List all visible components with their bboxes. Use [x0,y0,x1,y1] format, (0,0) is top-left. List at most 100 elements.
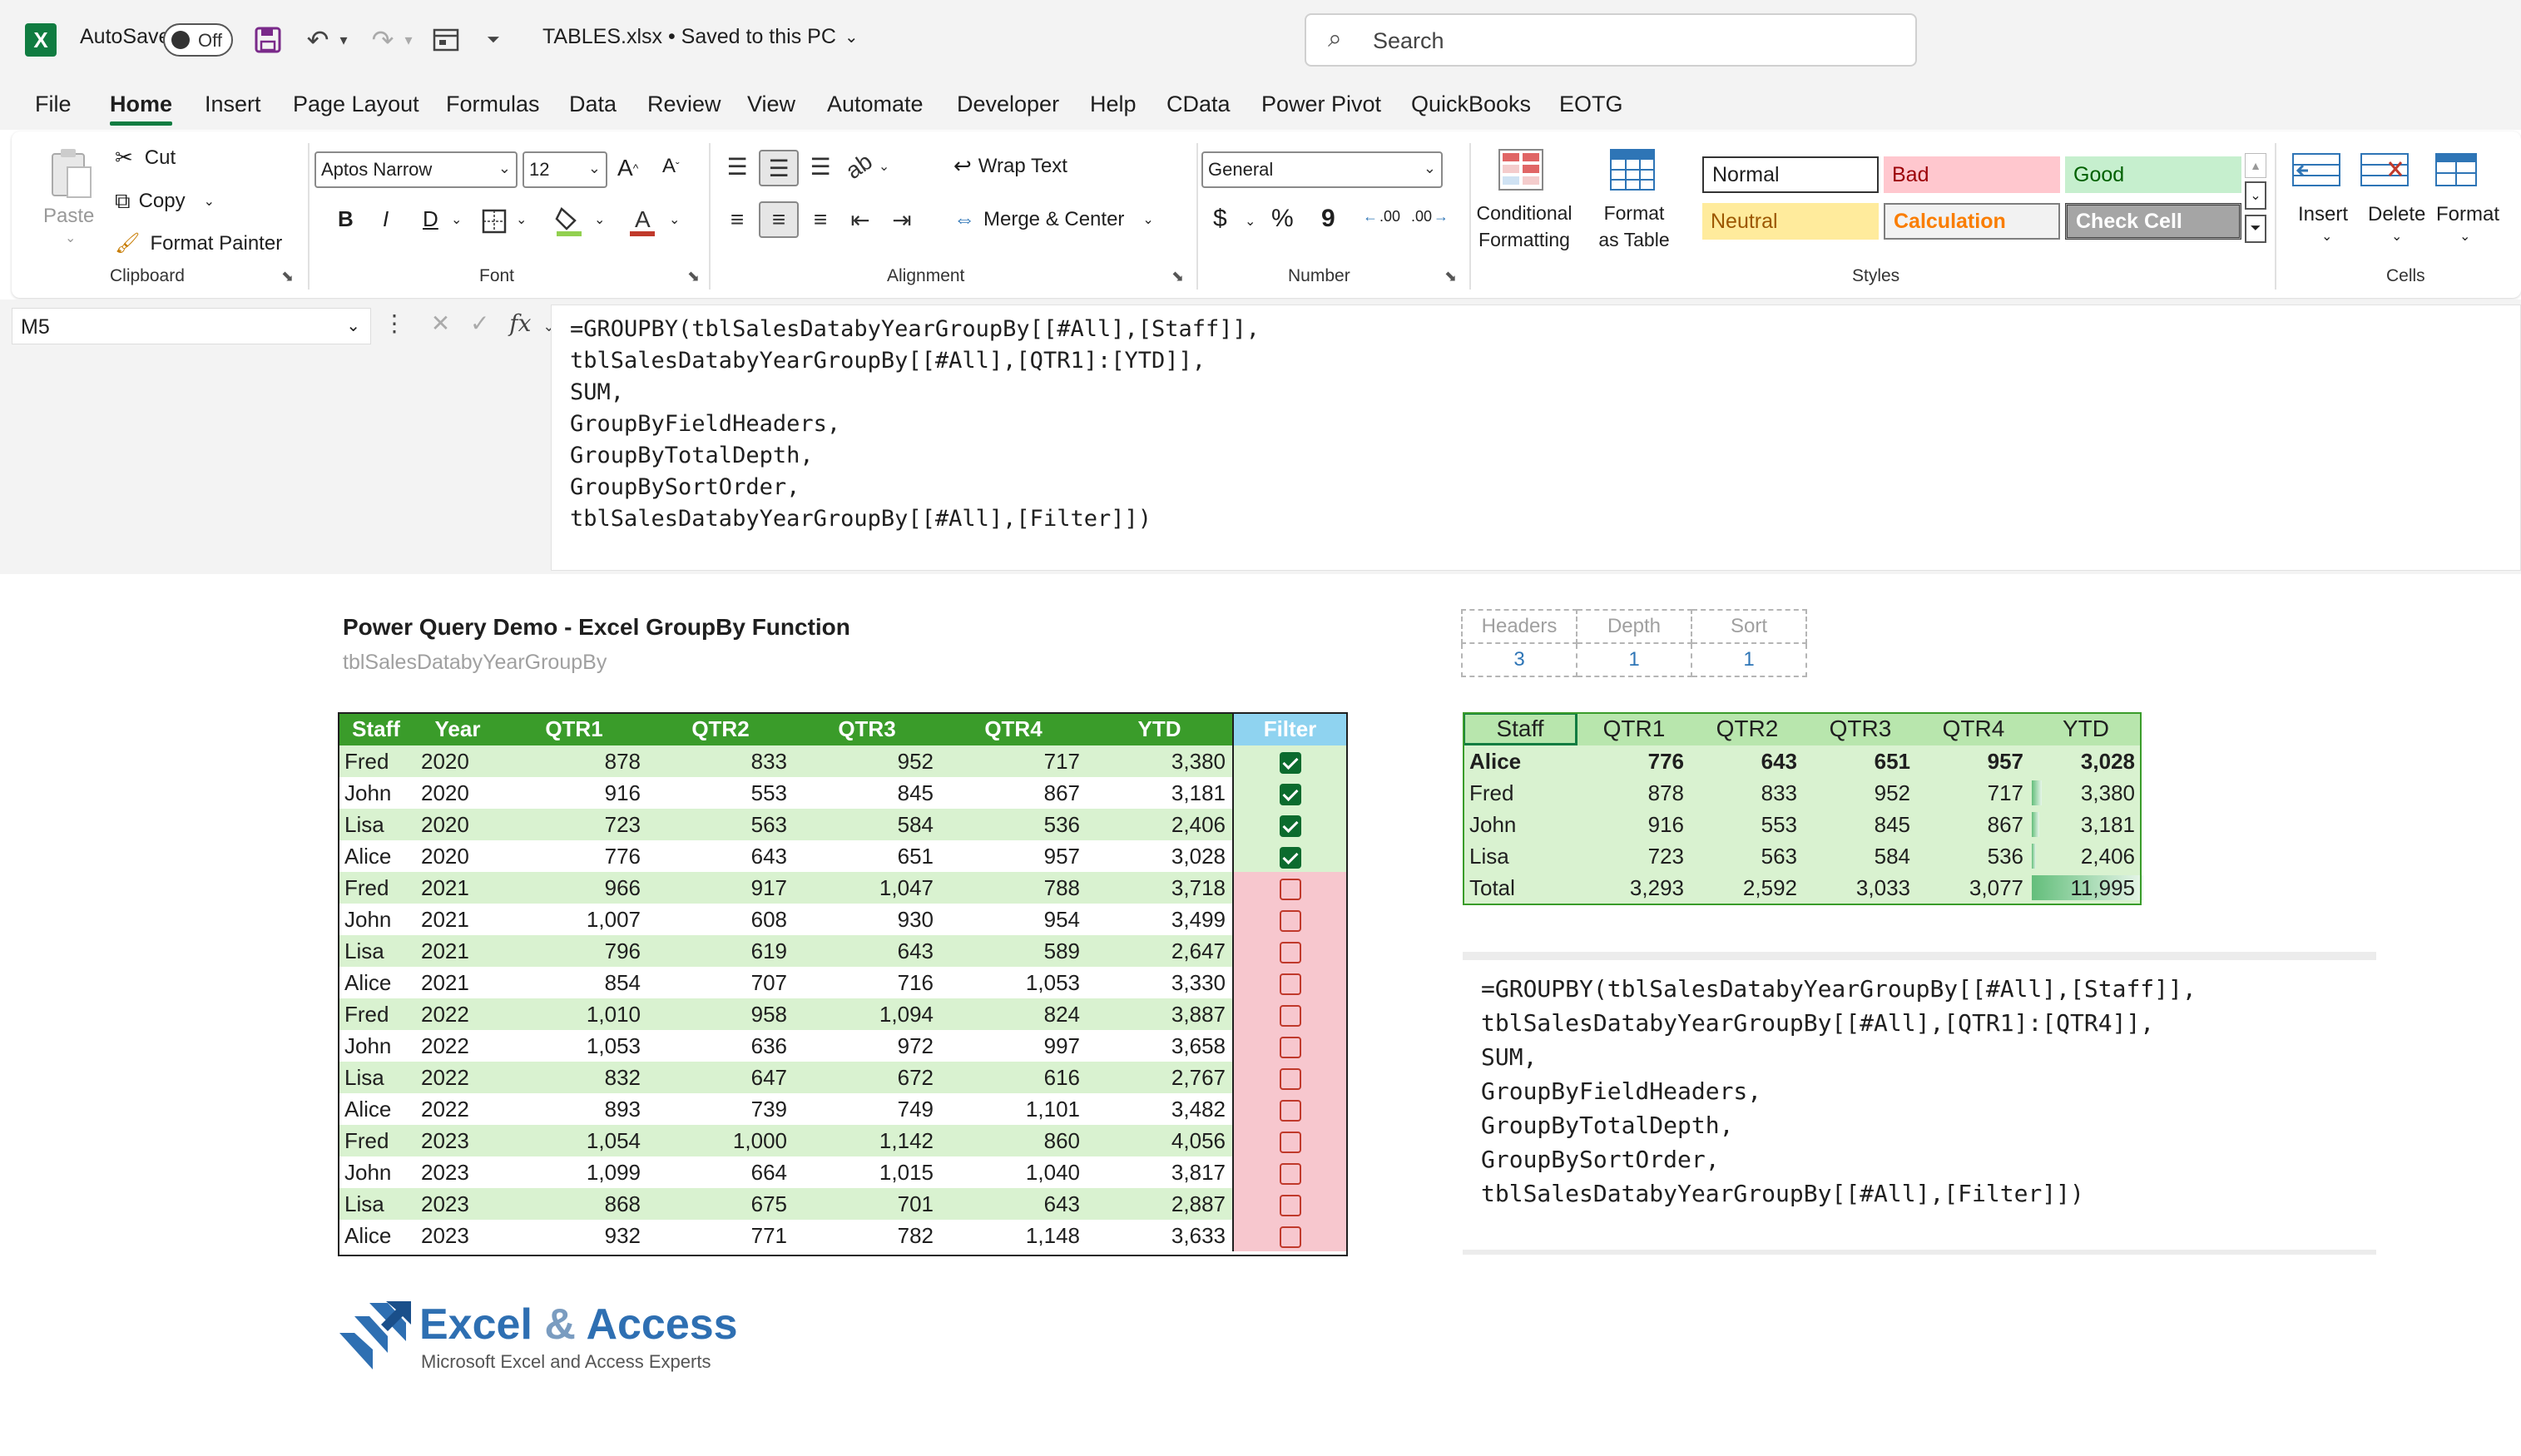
styles-more-icon[interactable]: ⏷ [2245,215,2266,243]
comma-style-button[interactable]: 9 [1321,205,1335,233]
table-cell[interactable]: 788 [940,872,1087,904]
table-cell[interactable]: 2023 [414,1125,501,1156]
table-cell[interactable]: 1,054 [501,1125,647,1156]
style-good[interactable]: Good [2065,156,2241,193]
checkbox-unchecked-icon[interactable] [1279,1099,1301,1122]
table-cell[interactable]: 917 [647,872,794,904]
styles-scroll-up-icon[interactable]: ▲ [2245,153,2266,178]
wrap-text-button[interactable]: ↩ Wrap Text [953,153,1067,179]
delete-dropdown-icon[interactable]: ⌄ [2391,228,2402,245]
table-cell[interactable]: Alice [338,967,414,998]
table-cell[interactable]: 563 [647,809,794,840]
align-center-icon[interactable]: ≡ [759,201,799,238]
table-cell[interactable]: 2023 [414,1156,501,1188]
redo-icon[interactable]: ↷ [366,22,399,58]
tab-page-layout[interactable]: Page Layout [293,92,419,117]
style-neutral[interactable]: Neutral [1702,203,1879,240]
table-cell[interactable]: 2022 [414,1093,501,1125]
underline-dropdown-icon[interactable]: ⌄ [451,211,462,228]
table-cell[interactable]: 3,380 [1087,745,1233,777]
param-value-sort[interactable]: 1 [1691,642,1807,677]
table-cell[interactable]: Alice [1463,745,1577,777]
filter-cell[interactable] [1232,1030,1346,1062]
table-cell[interactable]: 2020 [414,777,501,809]
italic-button[interactable]: I [383,206,389,232]
borders-dropdown-icon[interactable]: ⌄ [516,211,527,228]
delete-cells-icon[interactable] [2358,148,2411,191]
table-cell[interactable]: 4,056 [1087,1125,1233,1156]
increase-decimal-button[interactable]: ← .00 [1363,208,1400,225]
format-dropdown-icon[interactable]: ⌄ [2459,228,2470,245]
checkbox-unchecked-icon[interactable] [1279,909,1301,932]
table-cell[interactable]: 2023 [414,1188,501,1220]
insert-function-icon[interactable]: fx [509,310,531,337]
alignment-launcher-icon[interactable]: ⬊ [1171,268,1184,285]
tab-file[interactable]: File [35,92,72,117]
table-cell[interactable]: Fred [1463,777,1577,809]
table-cell[interactable]: 1,040 [940,1156,1087,1188]
paste-button[interactable]: Paste [43,205,94,228]
tab-quickbooks[interactable]: QuickBooks [1411,92,1531,117]
table-cell[interactable]: 854 [501,967,647,998]
currency-dropdown-icon[interactable]: ⌄ [1245,213,1256,230]
table-cell[interactable]: 860 [940,1125,1087,1156]
tab-formulas[interactable]: Formulas [446,92,540,117]
table-cell[interactable]: 1,142 [794,1125,940,1156]
name-box[interactable]: M5 ⌄ [12,308,371,344]
table-cell[interactable]: 749 [794,1093,940,1125]
table-cell[interactable]: 563 [1691,840,1804,872]
conditional-formatting-icon[interactable] [1496,146,1546,193]
table-cell[interactable]: 651 [1804,745,1917,777]
bold-button[interactable]: B [338,206,354,232]
table-cell[interactable]: 2,887 [1087,1188,1233,1220]
table-cell[interactable]: Fred [338,998,414,1030]
col-header-qtr3[interactable]: QTR3 [794,712,940,745]
table-cell[interactable]: 824 [940,998,1087,1030]
table-cell[interactable]: 3,293 [1577,872,1691,904]
filter-cell[interactable] [1232,998,1346,1030]
table-cell[interactable]: 717 [940,745,1087,777]
table-cell[interactable]: 958 [647,998,794,1030]
table-cell[interactable]: 664 [647,1156,794,1188]
table-cell[interactable]: 952 [1804,777,1917,809]
table-cell[interactable]: Total [1463,872,1577,904]
style-normal[interactable]: Normal [1702,156,1879,193]
table-cell[interactable]: 716 [794,967,940,998]
table-cell[interactable]: 932 [501,1220,647,1251]
cut-button[interactable]: ✂ Cut [115,145,176,171]
table-cell[interactable]: 616 [940,1062,1087,1093]
tab-review[interactable]: Review [647,92,721,117]
table-cell[interactable]: 1,099 [501,1156,647,1188]
table-cell[interactable]: 1,094 [794,998,940,1030]
table-cell[interactable]: 1,007 [501,904,647,935]
table-cell[interactable]: 2022 [414,998,501,1030]
table-cell[interactable]: 832 [501,1062,647,1093]
table-cell[interactable]: John [338,1156,414,1188]
filter-cell[interactable] [1232,1188,1346,1220]
table-cell[interactable]: 608 [647,904,794,935]
table-cell[interactable]: John [338,777,414,809]
tab-help[interactable]: Help [1090,92,1137,117]
table-cell[interactable]: 1,053 [501,1030,647,1062]
table-cell[interactable]: 867 [940,777,1087,809]
gb-header-qtr4[interactable]: QTR4 [1917,712,2030,745]
table-cell[interactable]: 2023 [414,1220,501,1251]
style-check-cell[interactable]: Check Cell [2065,203,2241,240]
redo-dropdown-icon[interactable]: ▾ [399,22,418,58]
table-cell[interactable]: Lisa [338,1188,414,1220]
table-cell[interactable]: 845 [1804,809,1917,840]
formula-display-box[interactable]: =GROUPBY(tblSalesDatabyYearGroupBy[[#All… [1463,952,2376,1255]
table-cell[interactable]: 589 [940,935,1087,967]
filter-cell[interactable] [1232,1125,1346,1156]
borders-icon[interactable] [479,205,509,238]
format-cells-icon[interactable] [2429,148,2483,191]
merge-center-button[interactable]: ⇔ Merge & Center ⌄ [953,206,1154,232]
undo-dropdown-icon[interactable]: ▾ [334,22,353,58]
table-cell[interactable]: Alice [338,1220,414,1251]
table-cell[interactable]: 2021 [414,904,501,935]
gb-header-qtr3[interactable]: QTR3 [1804,712,1917,745]
table-cell[interactable]: 3,028 [1087,840,1233,872]
table-cell[interactable]: John [1463,809,1577,840]
table-cell[interactable]: John [338,1030,414,1062]
table-cell[interactable]: 723 [501,809,647,840]
